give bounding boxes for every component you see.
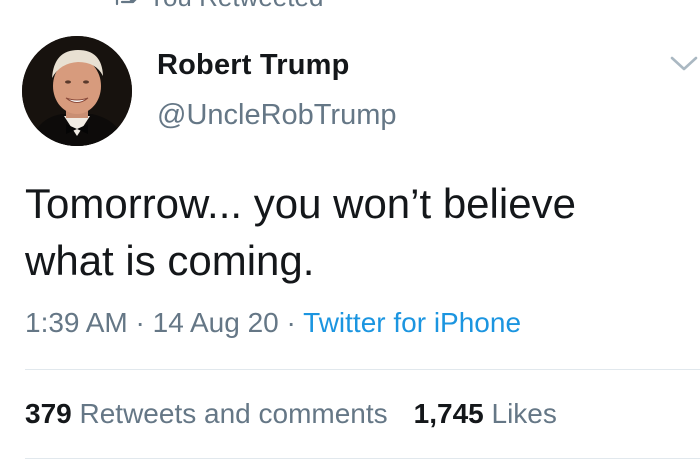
tweet-date: 14 Aug 20 <box>152 307 279 338</box>
likes-label: Likes <box>491 398 557 429</box>
tweet-detail-view: You Retweeted Robert Trump @UncleRobTrum… <box>0 0 700 465</box>
tweet-text: Tomorrow... you won’t believe what is co… <box>25 175 685 289</box>
retweet-icon <box>115 0 137 6</box>
likes-stat[interactable]: 1,745 Likes <box>414 398 557 429</box>
meta-separator: · <box>127 307 153 338</box>
retweets-count: 379 <box>25 398 72 429</box>
tweet-text-line-1: Tomorrow... you won’t believe <box>25 180 576 227</box>
retweet-banner[interactable]: You Retweeted <box>112 0 323 10</box>
tweet-text-line-2: what is coming. <box>25 237 315 284</box>
divider <box>25 369 700 370</box>
chevron-down-icon[interactable] <box>668 52 700 74</box>
retweets-stat[interactable]: 379 Retweets and comments <box>25 398 388 429</box>
profile-photo <box>22 36 132 146</box>
divider <box>25 458 700 459</box>
retweets-label: Retweets and comments <box>79 398 388 429</box>
author-name[interactable]: Robert Trump <box>157 49 350 82</box>
tweet-time: 1:39 AM <box>25 307 128 338</box>
avatar[interactable] <box>22 36 132 146</box>
tweet-source-link[interactable]: Twitter for iPhone <box>303 307 521 338</box>
tweet-stats: 379 Retweets and comments 1,745 Likes <box>25 398 557 430</box>
author-handle[interactable]: @UncleRobTrump <box>157 99 397 132</box>
likes-count: 1,745 <box>413 398 484 429</box>
retweet-banner-text: You Retweeted <box>148 0 323 10</box>
tweet-meta: 1:39 AM · 14 Aug 20 · Twitter for iPhone <box>25 307 521 339</box>
meta-separator: · <box>278 307 304 338</box>
